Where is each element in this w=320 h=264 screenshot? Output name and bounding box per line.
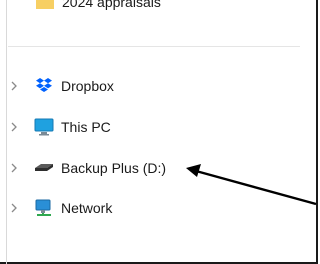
annotation-arrow	[186, 164, 317, 206]
